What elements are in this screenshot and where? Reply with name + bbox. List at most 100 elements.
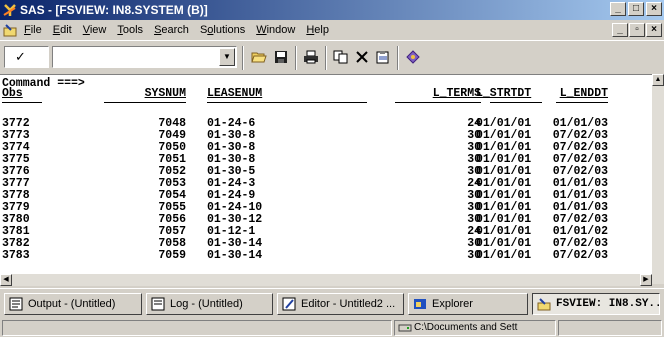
- submit-check-button[interactable]: ✓: [4, 46, 49, 68]
- task-editor[interactable]: Editor - Untitled2 ...: [277, 293, 404, 315]
- status-message: [2, 320, 392, 336]
- menu-window[interactable]: Window: [256, 24, 295, 36]
- menu-file[interactable]: File: [24, 24, 42, 36]
- help-book-icon: [406, 50, 420, 64]
- table-row[interactable]: 3779 7055 01-24-10 30 01/01/01 01/01/03: [0, 201, 652, 214]
- toolbar-separator: [397, 46, 399, 70]
- folder-open-icon: [251, 52, 267, 63]
- save-button[interactable]: [271, 47, 291, 67]
- cell-l-terms[interactable]: 30: [431, 249, 481, 262]
- task-label: Output - (Untitled): [28, 298, 116, 310]
- floppy-disk-icon: [275, 51, 287, 63]
- column-header-leasenum[interactable]: LEASENUM: [207, 87, 367, 100]
- table-row[interactable]: 3780 7056 01-30-12 30 01/01/01 07/02/03: [0, 213, 652, 226]
- window-bar: Output - (Untitled) Log - (Untitled) Edi…: [0, 288, 664, 319]
- task-explorer[interactable]: Explorer: [408, 293, 528, 315]
- column-header-l-enddt[interactable]: L_ENDDT: [546, 87, 608, 100]
- column-header-sysnum[interactable]: SYSNUM: [104, 87, 186, 100]
- cut-icon: [356, 51, 368, 63]
- status-bar: C:\Documents and Sett: [0, 318, 664, 337]
- editor-icon: [282, 297, 296, 311]
- scroll-up-icon[interactable]: ▲: [652, 74, 664, 86]
- printer-icon: [304, 50, 318, 64]
- header-underline: [207, 102, 367, 103]
- copy-icon: [333, 50, 348, 64]
- column-header-obs[interactable]: Obs: [2, 87, 42, 100]
- cell-l-strtdt[interactable]: 01/01/01: [476, 249, 538, 262]
- menu-view[interactable]: View: [83, 24, 107, 36]
- table-row[interactable]: 3777 7053 01-24-3 24 01/01/01 01/01/03: [0, 177, 652, 190]
- cell-obs[interactable]: 3783: [2, 249, 42, 262]
- header-underline: [2, 102, 42, 103]
- explorer-icon: [414, 299, 426, 309]
- sas-app-icon: [3, 4, 16, 16]
- task-label: Log - (Untitled): [170, 298, 243, 310]
- paste-button[interactable]: [373, 47, 393, 67]
- drive-icon: [398, 324, 412, 332]
- clipboard-icon: [376, 51, 389, 64]
- header-underline: [490, 102, 542, 103]
- document-icon[interactable]: [3, 23, 17, 37]
- vertical-scrollbar[interactable]: ▲: [652, 74, 664, 284]
- doc-minimize-button[interactable]: _: [612, 23, 628, 37]
- cell-leasenum[interactable]: 01-30-14: [207, 249, 367, 262]
- print-button[interactable]: [301, 47, 321, 67]
- window-controls: _ □ ×: [610, 2, 662, 16]
- cut-button[interactable]: [352, 47, 372, 67]
- task-output[interactable]: Output - (Untitled): [4, 293, 142, 315]
- log-icon: [151, 297, 165, 311]
- table-row[interactable]: 3775 7051 01-30-8 30 01/01/01 07/02/03: [0, 153, 652, 166]
- menu-solutions[interactable]: Solutions: [200, 24, 245, 36]
- minimize-button[interactable]: _: [610, 2, 626, 16]
- window-title: SAS - [FSVIEW: IN8.SYSTEM (B)]: [20, 3, 208, 17]
- cell-l-enddt[interactable]: 07/02/03: [546, 249, 608, 262]
- header-underline: [395, 102, 481, 103]
- menu-items: File Edit View Tools Search Solutions Window He…: [24, 24, 340, 36]
- cell-sysnum[interactable]: 7059: [104, 249, 186, 262]
- header-underline: [556, 102, 608, 103]
- task-log[interactable]: Log - (Untitled): [146, 293, 273, 315]
- toolbar-separator: [325, 46, 327, 70]
- fsview-icon: [537, 298, 551, 311]
- table-row[interactable]: 3774 7050 01-30-8 30 01/01/01 07/02/03: [0, 141, 652, 154]
- close-button[interactable]: ×: [646, 2, 662, 16]
- column-header-l-terms[interactable]: L_TERMS: [431, 87, 481, 100]
- fsview-table[interactable]: Command ===> Obs SYSNUM LEASENUM L_TERMS L_S…: [0, 74, 652, 275]
- table-row[interactable]: 3782 7058 01-30-14 30 01/01/01 07/02/03: [0, 237, 652, 250]
- doc-restore-button[interactable]: ▫: [629, 23, 645, 37]
- horizontal-scrollbar[interactable]: ◀ ▶: [0, 274, 652, 286]
- table-row[interactable]: 3783 7059 01-30-14 30 01/01/01 07/02/03: [0, 249, 652, 262]
- task-fsview[interactable]: FSVIEW: IN8.SY...: [532, 293, 660, 315]
- menu-edit[interactable]: Edit: [53, 24, 72, 36]
- status-path: C:\Documents and Sett: [394, 320, 556, 336]
- table-row[interactable]: 3776 7052 01-30-5 30 01/01/01 07/02/03: [0, 165, 652, 178]
- task-label: FSVIEW: IN8.SY...: [556, 298, 660, 310]
- status-extra: [558, 320, 662, 336]
- toolbar-separator: [295, 46, 297, 70]
- status-path-text: C:\Documents and Sett: [414, 322, 518, 333]
- copy-button[interactable]: [331, 47, 351, 67]
- column-header-l-strtdt[interactable]: L_STRTDT: [476, 87, 538, 100]
- toolbar: ✓ ▼: [0, 40, 664, 75]
- title-bar[interactable]: SAS - [FSVIEW: IN8.SYSTEM (B)] _ □ ×: [0, 0, 664, 20]
- command-combobox[interactable]: ▼: [52, 46, 237, 68]
- scroll-right-icon[interactable]: ▶: [640, 274, 652, 286]
- table-row[interactable]: 3778 7054 01-24-9 30 01/01/01 01/01/03: [0, 189, 652, 202]
- help-button[interactable]: [403, 47, 423, 67]
- doc-close-button[interactable]: ×: [646, 23, 662, 37]
- open-folder-button[interactable]: [249, 47, 269, 67]
- table-row[interactable]: 3772 7048 01-24-6 24 01/01/01 01/01/03: [0, 117, 652, 130]
- task-label: Editor - Untitled2 ...: [301, 298, 396, 310]
- menu-tools[interactable]: Tools: [117, 24, 143, 36]
- menu-help[interactable]: Help: [306, 24, 329, 36]
- menu-bar: File Edit View Tools Search Solutions Window He…: [0, 20, 664, 40]
- menu-search[interactable]: Search: [154, 24, 189, 36]
- table-row[interactable]: 3773 7049 01-30-8 30 01/01/01 07/02/03: [0, 129, 652, 142]
- chevron-down-icon[interactable]: ▼: [219, 48, 235, 66]
- table-row[interactable]: 3781 7057 01-12-1 24 01/01/01 01/01/02: [0, 225, 652, 238]
- scroll-left-icon[interactable]: ◀: [0, 274, 12, 286]
- maximize-button[interactable]: □: [628, 2, 644, 16]
- header-underline: [104, 102, 186, 103]
- check-icon: ✓: [15, 49, 26, 64]
- output-icon: [9, 297, 23, 311]
